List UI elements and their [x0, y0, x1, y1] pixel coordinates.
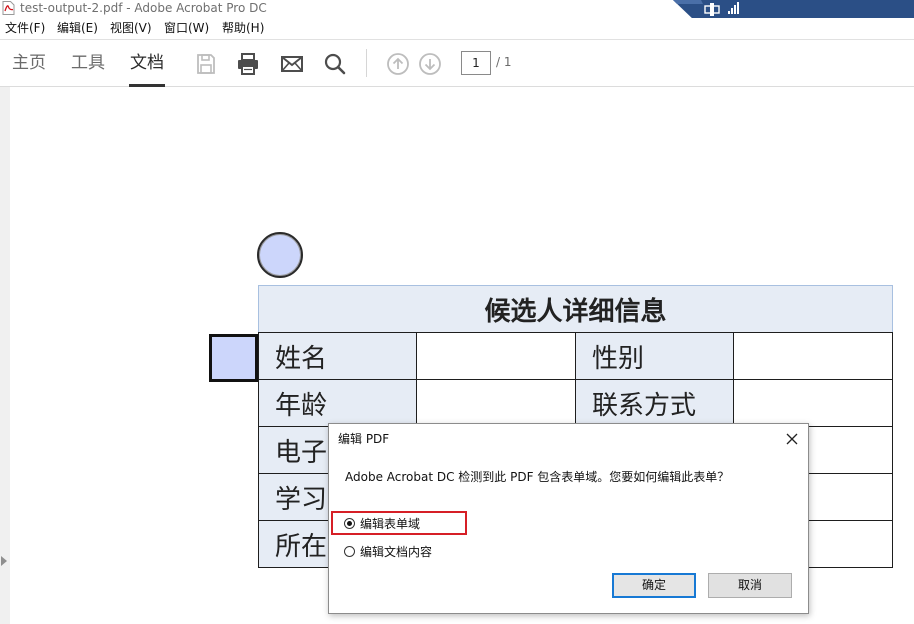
form-radio-field[interactable] — [257, 232, 303, 278]
form-checkbox-field[interactable] — [209, 334, 258, 382]
table-row: 姓名 性别 — [258, 332, 893, 380]
form-header: 候选人详细信息 — [258, 285, 893, 333]
page-down-icon[interactable] — [418, 52, 442, 76]
menu-window[interactable]: 窗口(W) — [164, 20, 209, 36]
field-value[interactable] — [733, 379, 893, 427]
tab-tools[interactable]: 工具 — [71, 51, 105, 75]
menu-file[interactable]: 文件(F) — [5, 20, 45, 36]
menu-bar: 文件(F) 编辑(E) 视图(V) 窗口(W) 帮助(H) — [0, 18, 914, 38]
ok-button[interactable]: 确定 — [612, 573, 696, 598]
left-pane-handle[interactable] — [0, 87, 10, 624]
page-up-icon[interactable] — [386, 52, 410, 76]
menu-help[interactable]: 帮助(H) — [222, 20, 264, 36]
pdf-file-icon — [2, 1, 15, 15]
field-value[interactable] — [416, 332, 576, 380]
radio-label[interactable]: 编辑文档内容 — [360, 543, 432, 561]
field-label: 姓名 — [258, 332, 417, 380]
save-icon[interactable] — [194, 52, 218, 76]
field-label: 性别 — [575, 332, 734, 380]
expand-pane-arrow-icon[interactable] — [1, 556, 7, 566]
print-icon[interactable] — [236, 52, 260, 76]
page-total: / 1 — [496, 55, 512, 69]
radio-selected-dot — [347, 521, 352, 526]
dialog-title: 编辑 PDF — [338, 432, 390, 446]
menu-view[interactable]: 视图(V) — [110, 20, 152, 36]
edit-pdf-dialog: 编辑 PDF Adobe Acrobat DC 检测到此 PDF 包含表单域。您… — [328, 423, 809, 614]
field-label: 年龄 — [258, 379, 417, 427]
cancel-button[interactable]: 取消 — [708, 573, 792, 598]
close-icon[interactable] — [782, 429, 802, 449]
tab-home[interactable]: 主页 — [12, 51, 46, 75]
dialog-message: Adobe Acrobat DC 检测到此 PDF 包含表单域。您要如何编辑此表… — [345, 470, 730, 484]
table-row: 年龄 联系方式 — [258, 379, 893, 427]
toolbar: 主页 工具 文档 1 / 1 — [0, 39, 914, 87]
search-icon[interactable] — [323, 52, 347, 76]
toolbar-separator — [366, 49, 367, 77]
radio-circle[interactable] — [344, 546, 355, 557]
window-title-bar: test-output-2.pdf - Adobe Acrobat Pro DC — [0, 0, 914, 21]
page-number-input[interactable]: 1 — [461, 51, 491, 75]
radio-circle[interactable] — [344, 518, 355, 529]
field-value[interactable] — [416, 379, 576, 427]
tab-document[interactable]: 文档 — [130, 51, 164, 75]
window-title: test-output-2.pdf - Adobe Acrobat Pro DC — [20, 1, 267, 15]
email-icon[interactable] — [280, 52, 304, 76]
table-header-row: 候选人详细信息 — [258, 285, 893, 333]
field-value[interactable] — [733, 332, 893, 380]
menu-edit[interactable]: 编辑(E) — [57, 20, 98, 36]
radio-label[interactable]: 编辑表单域 — [360, 515, 420, 533]
field-label: 联系方式 — [575, 379, 734, 427]
